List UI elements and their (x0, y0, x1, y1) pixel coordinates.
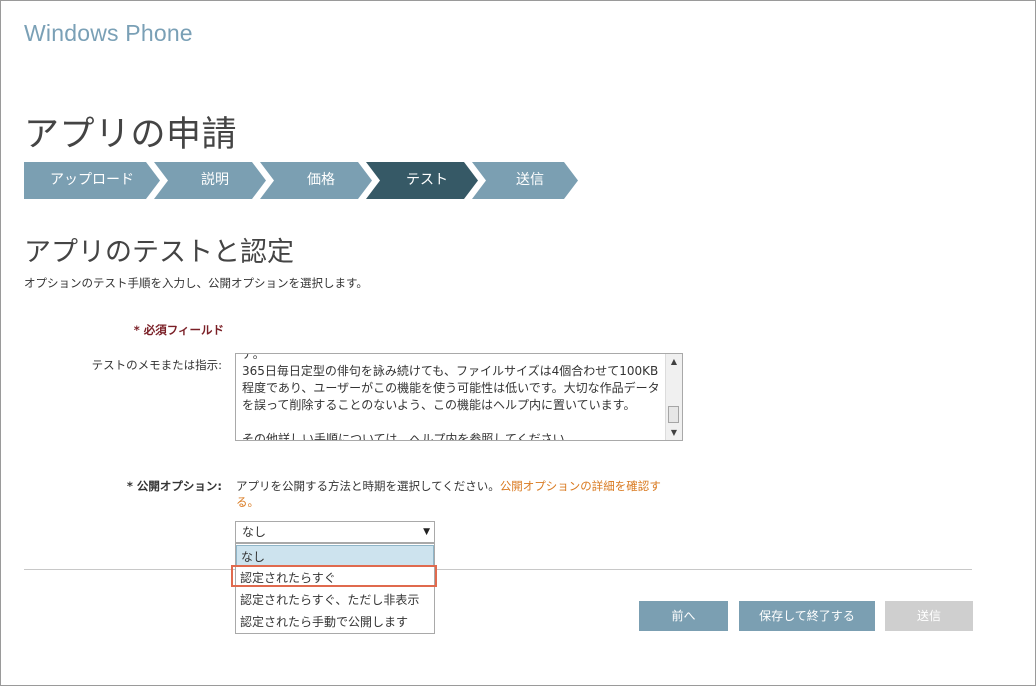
test-notes-text: ア。 365日毎日定型の俳句を詠み続けても、ファイルサイズは4個合わせて100K… (242, 353, 660, 441)
test-notes-label: テストのメモまたは指示: (91, 358, 222, 372)
step-upload[interactable]: アップロード (24, 162, 160, 199)
step-submit[interactable]: 送信 (472, 162, 578, 199)
required-field-note: * 必須フィールド (133, 323, 224, 337)
chevron-down-icon: ▼ (423, 527, 430, 537)
progress-steps: アップロード 説明 価格 テスト 送信 (24, 162, 584, 199)
publish-desc-text: アプリを公開する方法と時期を選択してください。 (236, 479, 500, 493)
step-test[interactable]: テスト (366, 162, 478, 199)
publish-option-select[interactable]: なし ▼ (235, 521, 435, 543)
test-notes-textarea[interactable]: ア。 365日毎日定型の俳句を詠み続けても、ファイルサイズは4個合わせて100K… (235, 353, 683, 441)
brand-logo: Windows Phone (24, 20, 193, 46)
page-frame (0, 0, 1036, 686)
option-immediately-hidden[interactable]: 認定されたらすぐ、ただし非表示 (236, 589, 434, 611)
page-title: アプリの申請 (24, 115, 238, 155)
publish-option-label: * 公開オプション: (126, 479, 222, 493)
publish-option-description: アプリを公開する方法と時期を選択してください。公開オプションの詳細を確認する。 (236, 478, 676, 510)
step-price[interactable]: 価格 (260, 162, 372, 199)
notes-scrollbar[interactable]: ▲ ▼ (665, 354, 682, 440)
scroll-down-icon[interactable]: ▼ (666, 426, 682, 440)
section-title: アプリのテストと認定 (24, 237, 294, 268)
option-highlight-box (231, 565, 437, 587)
divider (24, 569, 972, 570)
step-description[interactable]: 説明 (154, 162, 266, 199)
section-subtitle: オプションのテスト手順を入力し、公開オプションを選択します。 (24, 276, 368, 290)
scroll-up-icon[interactable]: ▲ (666, 355, 682, 369)
submit-button[interactable]: 送信 (885, 601, 973, 631)
publish-option-dropdown: なし 認定されたらすぐ 認定されたらすぐ、ただし非表示 認定されたら手動で公開し… (235, 543, 435, 634)
publish-details-link[interactable]: 公開オプションの詳細を確認 (500, 479, 650, 493)
option-none[interactable]: なし (236, 545, 434, 567)
scroll-thumb[interactable] (668, 406, 679, 423)
save-exit-button[interactable]: 保存して終了する (739, 601, 875, 631)
select-value: なし (242, 525, 267, 539)
option-manual[interactable]: 認定されたら手動で公開します (236, 611, 434, 633)
back-button[interactable]: 前へ (639, 601, 728, 631)
